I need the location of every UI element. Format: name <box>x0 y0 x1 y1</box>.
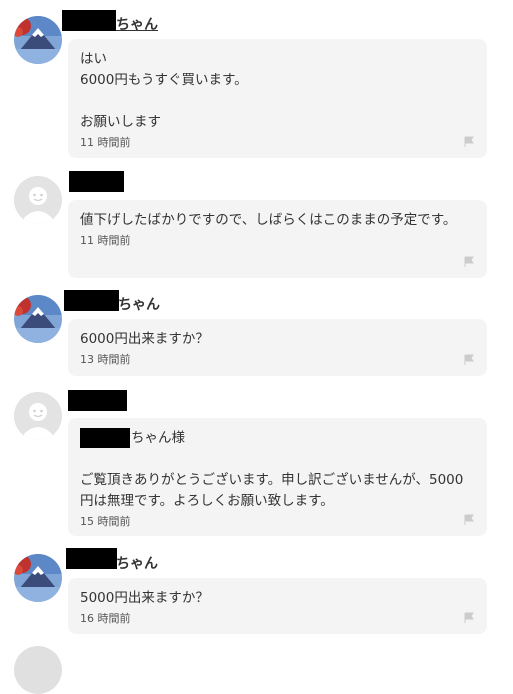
user-avatar[interactable] <box>14 554 62 602</box>
comment-bubble: 値下げしたばかりですので、しばらくはこのままの予定です。 11 時間前 <box>68 200 487 278</box>
comment-timestamp: 16 時間前 <box>80 612 131 625</box>
comment-author-name[interactable]: ちゃん <box>118 297 160 313</box>
comment-text: 5000円出来ますか？ <box>80 590 209 606</box>
user-avatar[interactable] <box>14 392 62 440</box>
redacted-username <box>80 428 130 448</box>
mountain-photo-icon <box>14 554 62 602</box>
user-avatar[interactable] <box>14 295 62 343</box>
redacted-username <box>66 548 117 569</box>
redacted-username <box>64 290 119 311</box>
user-avatar[interactable] <box>14 16 62 64</box>
flag-icon[interactable] <box>463 256 475 268</box>
mountain-photo-icon <box>14 16 62 64</box>
redacted-username <box>68 390 127 411</box>
flag-icon[interactable] <box>463 514 475 526</box>
comment-timestamp: 15 時間前 <box>80 515 131 528</box>
comment-text: 値下げしたばかりですので、しばらくはこのままの予定です。 <box>80 212 457 228</box>
redacted-username <box>69 171 124 192</box>
comment-author-name[interactable]: ちゃん <box>116 556 158 572</box>
flag-icon[interactable] <box>463 354 475 366</box>
comment-text: ちゃん様 ご覧頂きありがとうございます。申し訳ございませんが、5000円は無理で… <box>80 428 475 512</box>
flag-icon[interactable] <box>463 136 475 148</box>
comment-timestamp: 11 時間前 <box>80 234 131 247</box>
comment-bubble: 6000円出来ますか？ 13 時間前 <box>68 319 487 376</box>
comment-bubble: ちゃん様 ご覧頂きありがとうございます。申し訳ございませんが、5000円は無理で… <box>68 418 487 536</box>
user-avatar[interactable] <box>14 646 62 694</box>
default-user-icon <box>14 392 62 440</box>
comment-text: 6000円出来ますか？ <box>80 331 209 347</box>
comment-bubble: 5000円出来ますか？ 16 時間前 <box>68 578 487 634</box>
comment-bubble: はい 6000円もうすぐ買います。 お願いします 11 時間前 <box>68 39 487 158</box>
comment-timestamp: 11 時間前 <box>80 136 131 149</box>
comment-addressee: ちゃん様 <box>131 430 185 446</box>
comment-author-name[interactable]: ちゃん <box>116 17 158 33</box>
comment-timestamp: 13 時間前 <box>80 353 131 366</box>
mountain-photo-icon <box>14 295 62 343</box>
user-avatar[interactable] <box>14 176 62 224</box>
comment-body: ご覧頂きありがとうございます。申し訳ございませんが、5000円は無理です。よろし… <box>80 472 464 509</box>
default-user-icon <box>14 176 62 224</box>
flag-icon[interactable] <box>463 612 475 624</box>
comment-text: はい 6000円もうすぐ買います。 お願いします <box>80 51 248 130</box>
redacted-username <box>62 10 116 31</box>
